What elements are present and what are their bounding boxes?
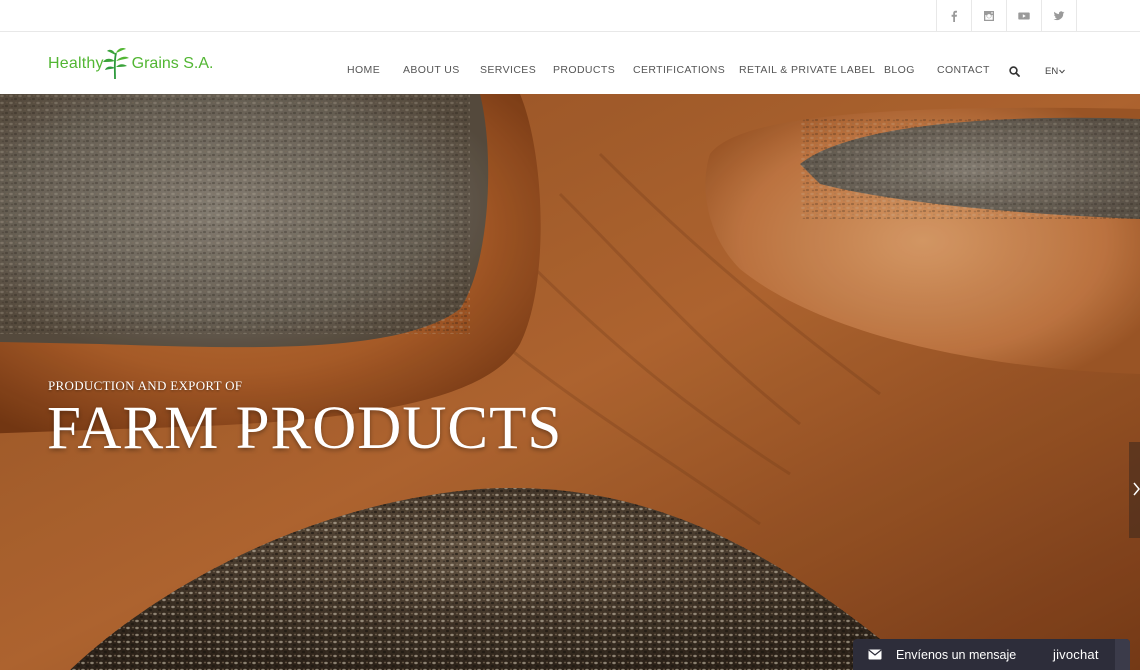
hero-title: FARM PRODUCTS [47, 395, 563, 462]
language-code: EN [1045, 66, 1059, 77]
chat-message-label: Envíenos un mensaje [896, 648, 1017, 662]
search-icon[interactable] [1009, 66, 1020, 77]
language-selector[interactable]: EN [1045, 66, 1066, 77]
chat-corner-tab [1115, 639, 1130, 670]
nav-services[interactable]: SERVICES [480, 64, 536, 76]
top-bar [0, 0, 1140, 32]
youtube-icon [1018, 12, 1030, 19]
instagram-icon [984, 10, 994, 21]
twitter-link[interactable] [1041, 0, 1077, 31]
nav-about-us[interactable]: ABOUT US [403, 64, 460, 76]
logo-word-grains: Grains S.A. [131, 55, 214, 72]
logo-word-healthy: Healthy [48, 55, 104, 72]
nav-certifications[interactable]: CERTIFICATIONS [633, 64, 725, 76]
nav-home[interactable]: HOME [347, 64, 380, 76]
nav-products[interactable]: PRODUCTS [553, 64, 615, 76]
chat-widget[interactable]: Envíenos un mensaje jivochat [853, 639, 1130, 670]
envelope-icon [868, 649, 882, 660]
site-header: Healthy Grains S.A. HOME ABOUT US SERVIC… [0, 32, 1140, 94]
facebook-link[interactable] [936, 0, 971, 31]
site-logo[interactable]: Healthy Grains S.A. [48, 46, 213, 82]
hero-subtitle: PRODUCTION AND EXPORT OF [48, 378, 243, 393]
twitter-icon [1053, 10, 1065, 20]
facebook-icon [951, 10, 957, 22]
nav-blog[interactable]: BLOG [884, 64, 915, 76]
slider-next-button[interactable] [1129, 442, 1140, 538]
chevron-right-icon [1133, 482, 1140, 496]
youtube-link[interactable] [1006, 0, 1041, 31]
nav-retail-private-label[interactable]: RETAIL & PRIVATE LABEL [739, 64, 875, 76]
instagram-link[interactable] [971, 0, 1006, 31]
chat-brand-label: jivochat [1053, 647, 1099, 662]
leaf-logo-icon [102, 48, 129, 80]
social-links [936, 0, 1077, 31]
chevron-down-icon [1059, 69, 1066, 74]
nav-contact[interactable]: CONTACT [937, 64, 990, 76]
hero-banner: PRODUCTION AND EXPORT OF FARM PRODUCTS [0, 94, 1140, 670]
